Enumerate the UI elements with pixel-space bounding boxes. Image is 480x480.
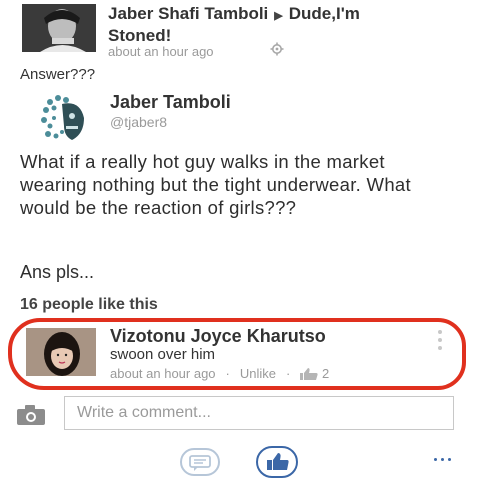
post-header: Jaber Shafi Tamboli ▶ Dude,I'm xyxy=(108,4,360,24)
thumbs-up-icon xyxy=(267,453,289,470)
shared-author-handle[interactable]: @tjaber8 xyxy=(110,114,167,130)
shared-post-body: What if a really hot guy walks in the ma… xyxy=(20,151,411,218)
more-options-icon[interactable] xyxy=(434,448,455,466)
shared-author-name[interactable]: Jaber Tamboli xyxy=(110,92,231,113)
post-timestamp: about an hour ago xyxy=(108,44,214,59)
target-name-line2[interactable]: Stoned! xyxy=(108,26,171,46)
likes-count[interactable]: 16 people like this xyxy=(20,296,158,314)
author-name[interactable]: Jaber Shafi Tamboli xyxy=(108,4,268,23)
like-button[interactable] xyxy=(256,446,298,478)
shared-author-avatar[interactable] xyxy=(36,92,96,144)
comment-input-box[interactable] xyxy=(64,396,454,430)
highlight-annotation xyxy=(8,318,466,390)
shared-post-followup: Ans pls... xyxy=(20,262,95,282)
post-message: Answer??? xyxy=(20,66,96,83)
comment-button[interactable] xyxy=(180,448,220,476)
gear-icon[interactable] xyxy=(270,42,284,56)
target-name[interactable]: Dude,I'm xyxy=(289,4,360,23)
right-triangle-icon: ▶ xyxy=(274,10,283,22)
comment-input[interactable] xyxy=(65,397,453,429)
camera-icon[interactable] xyxy=(16,404,46,426)
author-avatar[interactable] xyxy=(22,4,96,52)
